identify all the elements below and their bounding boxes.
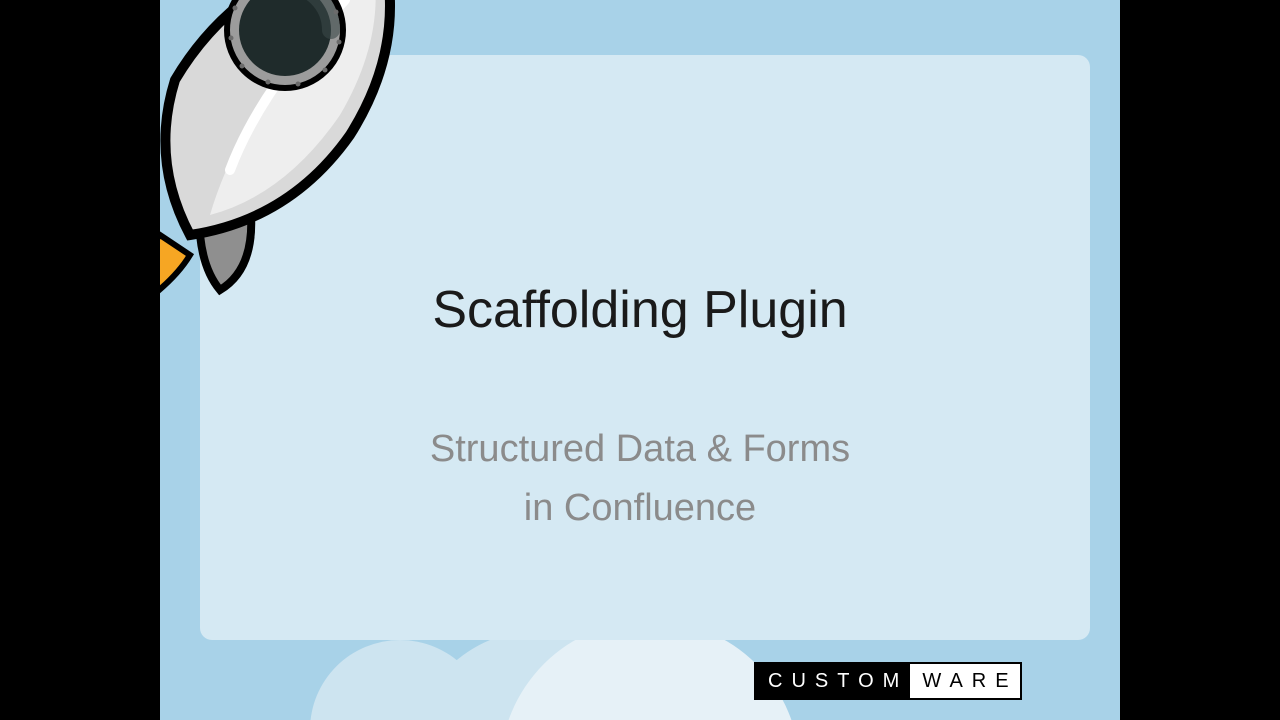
- logo-left: CUSTOM: [754, 662, 910, 700]
- slide-subtitle: Structured Data & Forms in Confluence: [160, 420, 1120, 538]
- cloud-shape: [310, 640, 490, 720]
- rocket-icon: [160, 0, 440, 340]
- slide-stage: Scaffolding Plugin Structured Data & For…: [160, 0, 1120, 720]
- subtitle-line: in Confluence: [524, 487, 756, 529]
- logo-right: WARE: [910, 662, 1021, 700]
- subtitle-line: Structured Data & Forms: [430, 428, 850, 470]
- brand-logo: CUSTOM WARE: [754, 662, 1092, 700]
